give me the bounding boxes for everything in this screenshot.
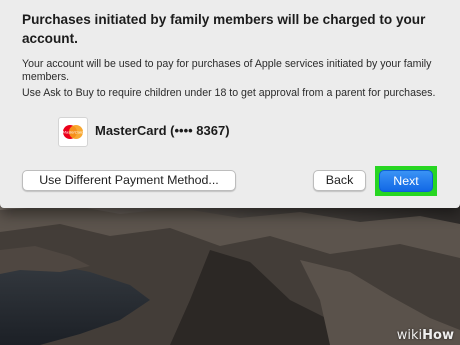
account-payment-notice: Your account will be used to pay for pur… xyxy=(22,58,432,84)
watermark-suffix: How xyxy=(422,328,454,343)
mastercard-logo-text: MasterCard xyxy=(63,130,85,135)
mastercard-icon: MasterCard xyxy=(58,117,88,147)
watermark-prefix: wiki xyxy=(396,328,423,343)
back-button[interactable]: Back xyxy=(313,170,366,191)
wikihow-watermark: wikiHow xyxy=(397,328,454,343)
use-different-payment-method-button[interactable]: Use Different Payment Method... xyxy=(22,170,236,191)
family-sharing-payment-dialog: Purchases initiated by family members wi… xyxy=(0,0,460,208)
next-button[interactable]: Next xyxy=(379,170,433,192)
ask-to-buy-notice: Use Ask to Buy to require children under… xyxy=(22,87,436,99)
dialog-heading: Purchases initiated by family members wi… xyxy=(22,12,426,46)
payment-method-label: MasterCard (•••• 8367) xyxy=(95,123,230,138)
